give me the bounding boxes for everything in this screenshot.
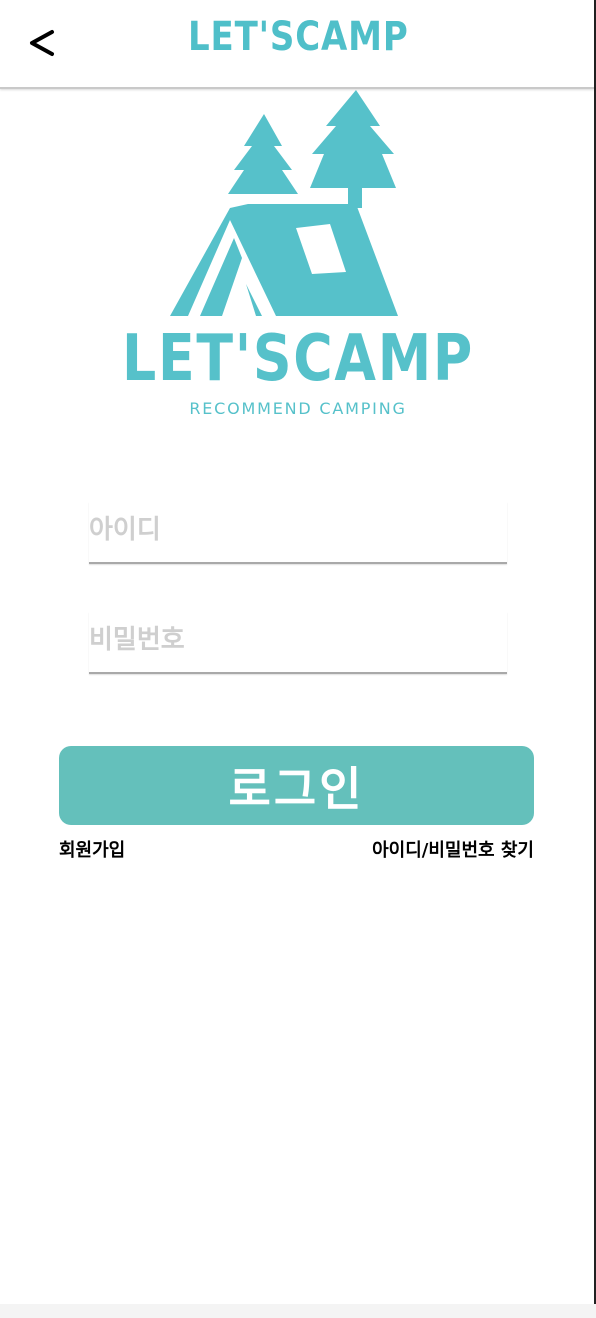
id-input[interactable] xyxy=(89,510,499,550)
signup-link[interactable]: 회원가입 xyxy=(59,836,125,862)
logo-tagline: RECOMMEND CAMPING xyxy=(189,399,407,418)
id-field xyxy=(89,502,507,564)
find-account-link[interactable]: 아이디/비밀번호 찾기 xyxy=(372,836,534,862)
app-header: LET'SCAMP xyxy=(0,0,594,89)
password-input[interactable] xyxy=(89,620,499,660)
logo-wordmark: LET'SCAMP xyxy=(122,322,474,396)
password-field xyxy=(89,612,507,674)
app-title: LET'SCAMP xyxy=(187,14,409,60)
camping-tent-logo-icon xyxy=(170,90,398,316)
bottom-bar xyxy=(0,1304,596,1318)
login-button[interactable]: 로그인 xyxy=(59,746,534,825)
